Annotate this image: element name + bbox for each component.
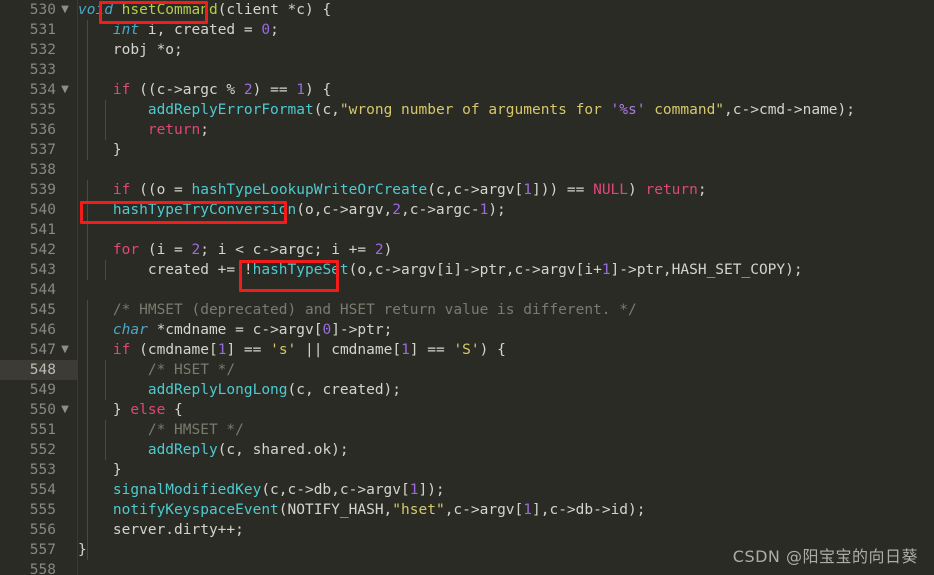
line-number-546[interactable]: 546 <box>0 320 56 340</box>
line-number-531[interactable]: 531 <box>0 20 56 40</box>
code-editor[interactable]: 530 ▼ 531 532 533 534 ▼ 535 536 537 538 … <box>0 0 934 575</box>
fold-arrow-icon-530[interactable]: ▼ <box>58 0 72 20</box>
line-number-541[interactable]: 541 <box>0 220 56 240</box>
line-number-543[interactable]: 543 <box>0 260 56 280</box>
code-line-548[interactable]: /* HSET */ <box>78 360 235 380</box>
line-number-532[interactable]: 532 <box>0 40 56 60</box>
line-number-535[interactable]: 535 <box>0 100 56 120</box>
code-line-539[interactable]: if ((o = hashTypeLookupWriteOrCreate(c,c… <box>78 180 707 200</box>
csdn-watermark: CSDN @阳宝宝的向日葵 <box>732 547 918 566</box>
code-line-550[interactable]: } else { <box>78 400 183 420</box>
line-number-557[interactable]: 557 <box>0 540 56 560</box>
code-line-549[interactable]: addReplyLongLong(c, created); <box>78 380 401 400</box>
line-number-556[interactable]: 556 <box>0 520 56 540</box>
line-number-555[interactable]: 555 <box>0 500 56 520</box>
code-content[interactable]: void hsetCommand(client *c) { int i, cre… <box>78 0 934 575</box>
line-number-540[interactable]: 540 <box>0 200 56 220</box>
line-number-544[interactable]: 544 <box>0 280 56 300</box>
code-line-542[interactable]: for (i = 2; i < c->argc; i += 2) <box>78 240 392 260</box>
line-number-gutter: 530 ▼ 531 532 533 534 ▼ 535 536 537 538 … <box>0 0 78 575</box>
code-line-537[interactable]: } <box>78 140 122 160</box>
line-number-548-active[interactable]: 548 <box>0 360 78 380</box>
code-line-532[interactable]: robj *o; <box>78 40 183 60</box>
line-number-551[interactable]: 551 <box>0 420 56 440</box>
line-number-533[interactable]: 533 <box>0 60 56 80</box>
line-number-534[interactable]: 534 <box>0 80 56 100</box>
line-number-552[interactable]: 552 <box>0 440 56 460</box>
code-line-545[interactable]: /* HMSET (deprecated) and HSET return va… <box>78 300 637 320</box>
line-number-558[interactable]: 558 <box>0 560 56 575</box>
line-number-539[interactable]: 539 <box>0 180 56 200</box>
line-number-550[interactable]: 550 <box>0 400 56 420</box>
line-number-549[interactable]: 549 <box>0 380 56 400</box>
code-line-557[interactable]: } <box>78 540 87 560</box>
line-number-553[interactable]: 553 <box>0 460 56 480</box>
code-line-554[interactable]: signalModifiedKey(c,c->db,c->argv[1]); <box>78 480 445 500</box>
code-line-530[interactable]: void hsetCommand(client *c) { <box>78 0 331 20</box>
fold-arrow-icon-547[interactable]: ▼ <box>58 340 72 360</box>
line-number-547[interactable]: 547 <box>0 340 56 360</box>
line-number-536[interactable]: 536 <box>0 120 56 140</box>
code-line-555[interactable]: notifyKeyspaceEvent(NOTIFY_HASH,"hset",c… <box>78 500 646 520</box>
line-number-538[interactable]: 538 <box>0 160 56 180</box>
line-number-542[interactable]: 542 <box>0 240 56 260</box>
line-number-554[interactable]: 554 <box>0 480 56 500</box>
code-line-531[interactable]: int i, created = 0; <box>78 20 279 40</box>
code-line-551[interactable]: /* HMSET */ <box>78 420 244 440</box>
line-number-530[interactable]: 530 <box>0 0 56 20</box>
code-line-543[interactable]: created += !hashTypeSet(o,c->argv[i]->pt… <box>78 260 803 280</box>
fold-arrow-icon-534[interactable]: ▼ <box>58 80 72 100</box>
line-number-537[interactable]: 537 <box>0 140 56 160</box>
fold-arrow-icon-550[interactable]: ▼ <box>58 400 72 420</box>
code-line-540[interactable]: hashTypeTryConversion(o,c->argv,2,c->arg… <box>78 200 506 220</box>
code-line-535[interactable]: addReplyErrorFormat(c,"wrong number of a… <box>78 100 855 120</box>
code-line-556[interactable]: server.dirty++; <box>78 520 244 540</box>
code-line-546[interactable]: char *cmdname = c->argv[0]->ptr; <box>78 320 392 340</box>
code-line-553[interactable]: } <box>78 460 122 480</box>
code-line-547[interactable]: if (cmdname[1] == 's' || cmdname[1] == '… <box>78 340 506 360</box>
code-line-534[interactable]: if ((c->argc % 2) == 1) { <box>78 80 331 100</box>
code-line-536[interactable]: return; <box>78 120 209 140</box>
code-line-552[interactable]: addReply(c, shared.ok); <box>78 440 349 460</box>
line-number-545[interactable]: 545 <box>0 300 56 320</box>
